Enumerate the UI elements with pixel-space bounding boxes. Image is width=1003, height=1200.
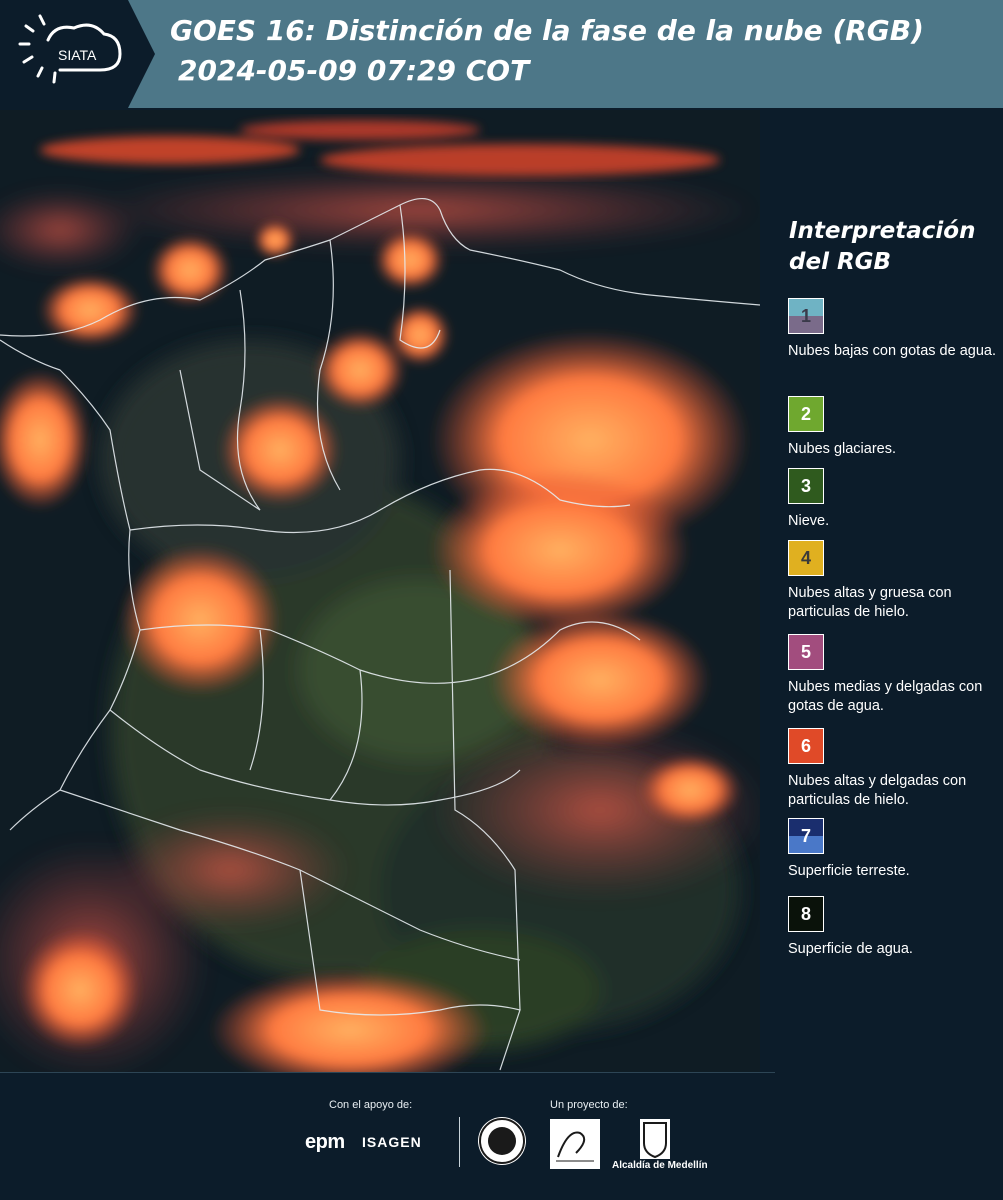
legend-label: Nubes medias y delgadas con gotas de agu…: [788, 679, 983, 714]
legend-swatch-number: 6: [800, 736, 811, 756]
legend-item-7: 7 Superficie terreste.: [788, 818, 998, 881]
page-title: GOES 16: Distinción de la fase de la nub…: [170, 14, 924, 47]
footer-vertical-divider: [459, 1117, 460, 1167]
legend-swatch-number: 3: [800, 476, 811, 496]
legend-label: Superficie terreste.: [788, 863, 910, 879]
legend-swatch: 1: [788, 298, 824, 334]
legend-swatch: 7: [788, 818, 824, 854]
legend-label: Nubes altas y delgadas con particulas de…: [788, 773, 967, 808]
legend-item-8: 8 Superficie de agua.: [788, 896, 998, 959]
footer: Con el apoyo de: epm ISAGEN Un proyecto …: [0, 1072, 1003, 1200]
legend-label: Nieve.: [788, 513, 830, 529]
legend-panel: Interpretación del RGB 1 Nubes bajas con …: [760, 110, 1003, 1072]
legend-item-6: 6 Nubes altas y delgadas con particulas d…: [788, 728, 998, 810]
legend-swatch: 4: [788, 540, 824, 576]
legend-item-3: 3 Nieve.: [788, 468, 998, 531]
area-metropolitana-logo: [550, 1119, 600, 1169]
medellin-seal-icon: [478, 1117, 526, 1165]
legend-swatch: 6: [788, 728, 824, 764]
legend-swatch-number: 8: [800, 904, 811, 924]
legend-swatch-number: 4: [800, 548, 811, 568]
epm-logo: epm: [305, 1131, 345, 1153]
legend-item-1: 1 Nubes bajas con gotas de agua.: [788, 298, 998, 361]
legend-swatch-number: 5: [800, 642, 811, 662]
legend-swatch: 8: [788, 896, 824, 932]
legend-label: Nubes bajas con gotas de agua.: [788, 343, 996, 359]
alcaldia-label: Alcaldía de Medellín: [612, 1160, 708, 1171]
legend-swatch-number: 2: [800, 404, 811, 424]
page-timestamp: 2024-05-09 07:29 COT: [178, 54, 530, 87]
alcaldia-shield-icon: [640, 1119, 670, 1159]
legend-swatch: 3: [788, 468, 824, 504]
legend-label: Nubes altas y gruesa con particulas de h…: [788, 585, 952, 620]
footer-divider-line: [0, 1072, 775, 1073]
legend-swatch: 2: [788, 396, 824, 432]
isagen-logo: ISAGEN: [362, 1134, 422, 1150]
legend-title: Interpretación del RGB: [789, 218, 976, 275]
legend-label: Nubes glaciares.: [788, 441, 896, 457]
legend-item-2: 2 Nubes glaciares.: [788, 396, 998, 459]
siata-logo: SIATA: [0, 0, 155, 108]
legend-item-4: 4 Nubes altas y gruesa con particulas de …: [788, 540, 998, 622]
project-label: Un proyecto de:: [550, 1099, 628, 1111]
header-bar: SIATA GOES 16: Distinción de la fase de …: [0, 0, 1003, 108]
legend-swatch-number: 1: [800, 306, 811, 326]
support-label: Con el apoyo de:: [329, 1099, 413, 1111]
legend-item-5: 5 Nubes medias y delgadas con gotas de ag…: [788, 634, 998, 716]
legend-swatch-number: 7: [800, 826, 811, 846]
svg-text:SIATA: SIATA: [58, 47, 97, 63]
legend-swatch: 5: [788, 634, 824, 670]
legend-label: Superficie de agua.: [788, 941, 913, 957]
satellite-map: [0, 110, 760, 1072]
